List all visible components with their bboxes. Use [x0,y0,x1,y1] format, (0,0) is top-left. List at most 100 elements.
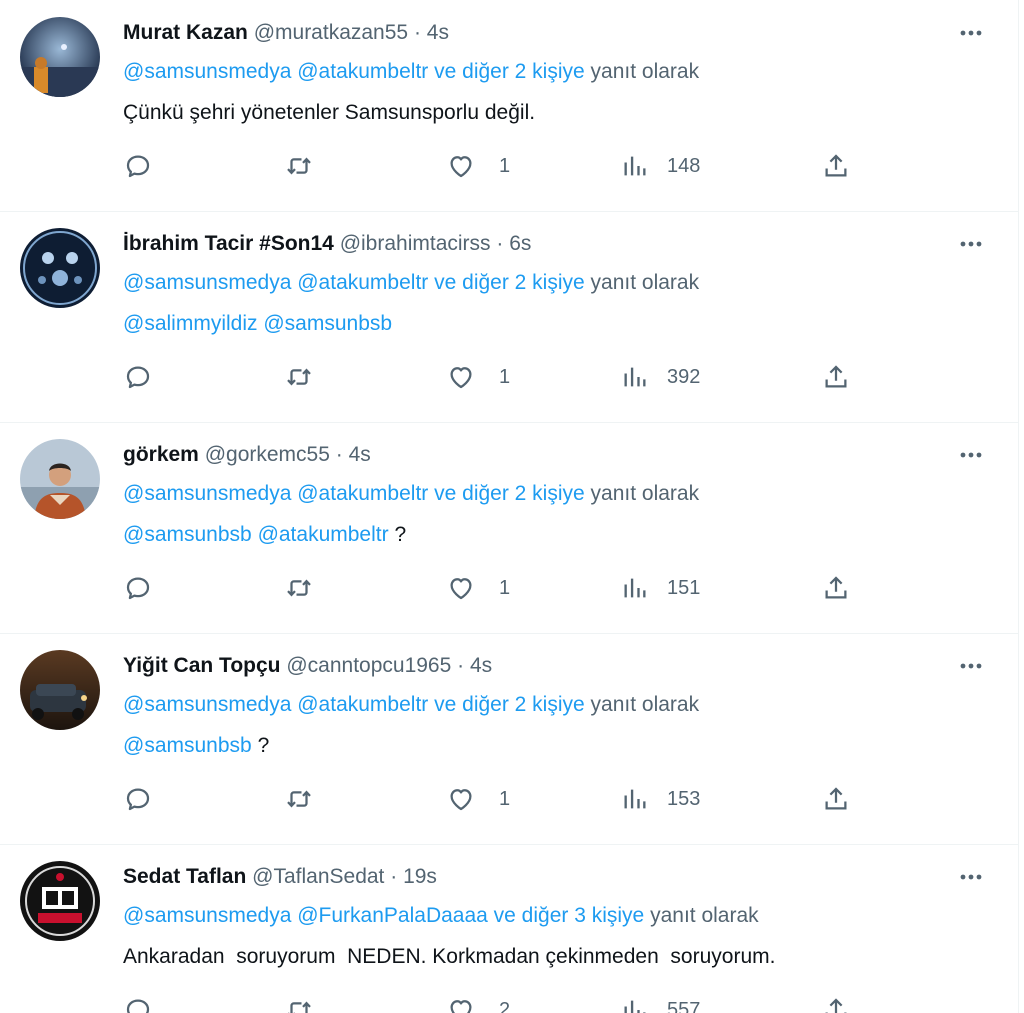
user-handle[interactable]: @gorkemc55 [205,443,330,466]
avatar[interactable] [20,861,100,941]
reply-suffix: yanıt olarak [590,482,700,505]
tweet-text: Ankaradan soruyorum NEDEN. Korkmadan çek… [123,940,775,974]
share-button[interactable] [821,992,851,1013]
others-link[interactable]: ve diğer 2 kişiye [434,693,585,716]
display-name[interactable]: Murat Kazan [123,21,248,44]
views-button[interactable]: 151 [621,570,700,606]
mention-link[interactable]: @samsunbsb [123,523,252,546]
replying-to: @samsunsmedya @atakumbeltr ve diğer 2 ki… [123,55,699,89]
tweet[interactable]: görkem @gorkemc55 · 4s @samsunsmedya @at… [0,422,1018,634]
timestamp[interactable]: 4s [349,443,371,466]
views-button[interactable]: 557 [621,992,700,1013]
more-button[interactable] [954,229,988,259]
retweet-icon [287,579,311,597]
avatar[interactable] [20,17,100,97]
mention-link[interactable]: @samsunbsb [123,734,252,757]
mention-link[interactable]: @atakumbeltr [297,271,428,294]
avatar[interactable] [20,439,100,519]
mention-link[interactable]: @salimmyildiz [123,312,258,335]
mention-link[interactable]: @samsunbsb [263,312,392,335]
view-count: 148 [667,154,701,177]
like-button[interactable]: 1 [445,781,510,817]
more-button[interactable] [954,862,988,892]
user-handle[interactable]: @ibrahimtacirss [340,232,491,255]
tweet-body: Çünkü şehri yönetenler Samsunsporlu deği… [123,101,536,124]
tweet-actions: 1 151 [123,570,863,606]
retweet-button[interactable] [283,992,315,1013]
tweet[interactable]: Yiğit Can Topçu @canntopcu1965 · 4s @sam… [0,633,1018,845]
timestamp[interactable]: 4s [470,654,492,677]
reply-suffix: yanıt olarak [590,60,700,83]
retweet-button[interactable] [283,781,315,817]
user-handle[interactable]: @muratkazan55 [254,21,408,44]
mention-link[interactable]: @samsunsmedya [123,693,291,716]
retweet-button[interactable] [283,570,315,606]
avatar[interactable] [20,650,100,730]
user-handle[interactable]: @TaflanSedat [252,865,384,888]
heart-icon [450,156,472,178]
separator-dot: · [496,232,504,255]
views-chart-icon [624,1000,646,1013]
avatar[interactable] [20,228,100,308]
display-name[interactable]: Sedat Taflan [123,865,246,888]
display-name[interactable]: Yiğit Can Topçu [123,654,281,677]
timestamp[interactable]: 4s [427,21,449,44]
share-button[interactable] [821,148,851,184]
views-button[interactable]: 153 [621,781,700,817]
like-button[interactable]: 2 [445,992,510,1013]
others-link[interactable]: ve diğer 2 kişiye [434,482,585,505]
more-button[interactable] [954,18,988,48]
mention-link[interactable]: @atakumbeltr [297,482,428,505]
more-horizontal-icon [960,30,982,36]
mention-link[interactable]: @atakumbeltr [297,60,428,83]
reply-button[interactable] [123,781,153,817]
views-button[interactable]: 148 [621,148,700,184]
tweet[interactable]: Sedat Taflan @TaflanSedat · 19s @samsuns… [0,844,1018,1013]
retweet-icon [287,157,311,175]
share-button[interactable] [821,570,851,606]
share-icon [825,998,847,1013]
more-horizontal-icon [960,241,982,247]
timestamp[interactable]: 6s [509,232,531,255]
share-button[interactable] [821,781,851,817]
tweet-actions: 1 153 [123,781,863,817]
reply-button[interactable] [123,570,153,606]
like-button[interactable]: 1 [445,148,510,184]
reply-button[interactable] [123,992,153,1013]
timestamp[interactable]: 19s [403,865,437,888]
share-button[interactable] [821,359,851,395]
mention-link[interactable]: @atakumbeltr [258,523,389,546]
display-name[interactable]: görkem [123,443,199,466]
views-button[interactable]: 392 [621,359,700,395]
more-button[interactable] [954,440,988,470]
user-handle[interactable]: @canntopcu1965 [286,654,451,677]
others-link[interactable]: ve diğer 2 kişiye [434,60,585,83]
mention-link[interactable]: @samsunsmedya [123,904,291,927]
tweet-header: İbrahim Tacir #Son14 @ibrahimtacirss · 6… [123,227,531,261]
like-button[interactable]: 1 [445,570,510,606]
tweet-text: @samsunbsb @atakumbeltr ? [123,518,406,552]
others-link[interactable]: ve diğer 3 kişiye [494,904,645,927]
mention-link[interactable]: @samsunsmedya [123,482,291,505]
more-button[interactable] [954,651,988,681]
tweet[interactable]: Murat Kazan @muratkazan55 · 4s @samsunsm… [0,0,1018,212]
views-chart-icon [624,578,646,598]
like-count: 1 [499,576,511,599]
heart-icon [450,578,472,600]
more-horizontal-icon [960,874,982,880]
replying-to: @samsunsmedya @atakumbeltr ve diğer 2 ki… [123,477,699,511]
reply-button[interactable] [123,359,153,395]
like-button[interactable]: 1 [445,359,510,395]
mention-link[interactable]: @samsunsmedya [123,60,291,83]
mention-link[interactable]: @atakumbeltr [297,693,428,716]
like-count: 1 [499,787,511,810]
mention-link[interactable]: @FurkanPalaDaaaa [297,904,488,927]
display-name[interactable]: İbrahim Tacir #Son14 [123,232,334,255]
reply-button[interactable] [123,148,153,184]
share-icon [825,787,847,810]
mention-link[interactable]: @samsunsmedya [123,271,291,294]
tweet[interactable]: İbrahim Tacir #Son14 @ibrahimtacirss · 6… [0,211,1018,423]
retweet-button[interactable] [283,359,315,395]
others-link[interactable]: ve diğer 2 kişiye [434,271,585,294]
retweet-button[interactable] [283,148,315,184]
